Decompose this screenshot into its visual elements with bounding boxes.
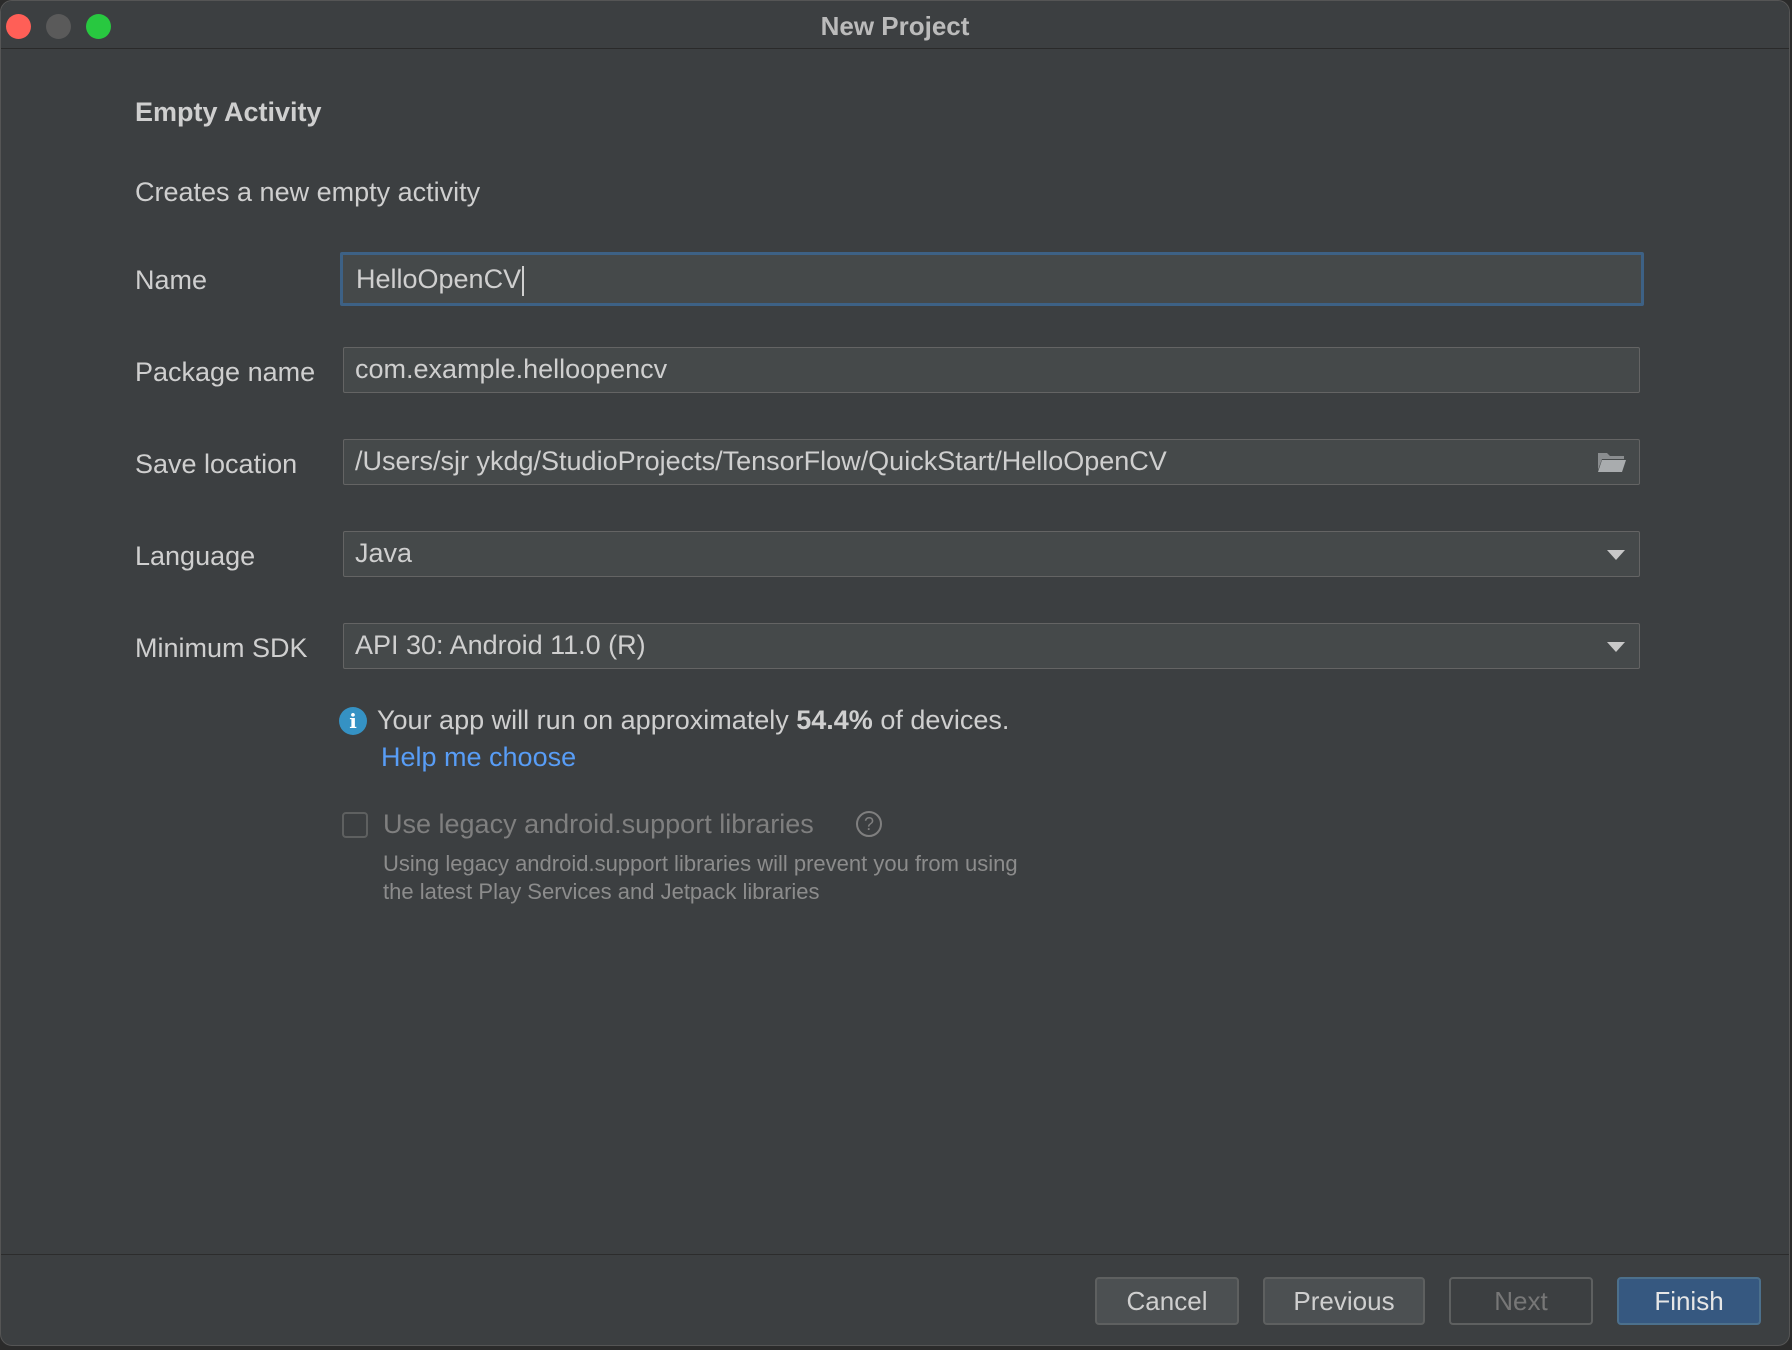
language-label: Language [135,541,256,571]
legacy-support-label[interactable]: Use legacy android.support libraries [383,809,814,840]
name-label: Name [135,265,208,295]
package-name-value: com.example.helloopencv [355,354,668,384]
coverage-text-after: of devices. [872,705,1010,735]
finish-button[interactable]: Finish [1617,1277,1761,1325]
info-icon: i [339,707,367,735]
page-description: Creates a new empty activity [135,177,481,207]
device-coverage-text: Your app will run on approximately 54.4%… [377,705,1009,736]
window-title: New Project [820,11,970,41]
next-button[interactable]: Next [1449,1277,1593,1325]
chevron-down-icon [1607,550,1625,560]
legacy-note-line-2: the latest Play Services and Jetpack lib… [383,879,820,904]
minimum-sdk-label: Minimum SDK [135,633,308,663]
coverage-text-before: Your app will run on approximately [377,705,797,735]
name-input[interactable]: HelloOpenCV [340,252,1644,306]
help-me-choose-link[interactable]: Help me choose [381,742,576,773]
minimum-sdk-value: API 30: Android 11.0 (R) [355,630,646,660]
text-caret [522,265,525,296]
legacy-support-note: Using legacy android.support libraries w… [383,850,1083,906]
save-location-input[interactable]: /Users/sjr ykdg/StudioProjects/TensorFlo… [343,439,1640,485]
help-question-icon[interactable]: ? [856,811,882,837]
package-name-label: Package name [135,357,316,387]
package-name-input[interactable]: com.example.helloopencv [343,347,1640,393]
legacy-support-checkbox[interactable] [342,812,368,838]
footer-divider [1,1254,1789,1255]
legacy-note-line-1: Using legacy android.support libraries w… [383,851,1018,876]
language-value: Java [355,538,413,568]
title-bar: New Project [1,1,1789,49]
page-heading: Empty Activity [135,97,322,127]
cancel-button[interactable]: Cancel [1095,1277,1239,1325]
language-dropdown[interactable]: Java [343,531,1640,577]
save-location-label: Save location [135,449,298,479]
coverage-percent: 54.4% [796,705,873,735]
previous-button[interactable]: Previous [1263,1277,1425,1325]
new-project-dialog: New Project Empty Activity Creates a new… [0,0,1790,1346]
save-location-value: /Users/sjr ykdg/StudioProjects/TensorFlo… [355,446,1167,476]
minimum-sdk-dropdown[interactable]: API 30: Android 11.0 (R) [343,623,1640,669]
chevron-down-icon [1607,642,1625,652]
name-input-value: HelloOpenCV [356,264,522,294]
folder-icon[interactable] [1597,450,1627,474]
